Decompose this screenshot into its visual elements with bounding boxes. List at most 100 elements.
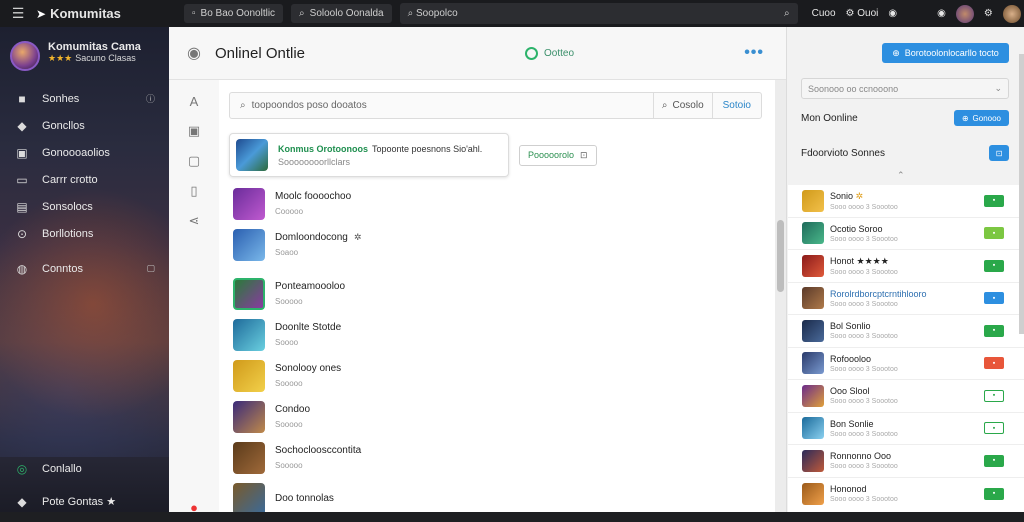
list-item[interactable]: Ponteamoooloo Sooooo: [233, 273, 775, 314]
search-input[interactable]: ⌕ toopoondos poso dooatos: [230, 100, 653, 111]
item-sub: Sooo oooo 3 Soootoo: [830, 235, 898, 243]
list-item[interactable]: Sonolooy ones Sooooo: [233, 355, 775, 396]
item-extra: ✲: [855, 190, 864, 201]
featured-desc: Topoonte poesnons Sio'ahl.: [372, 143, 483, 154]
text-icon[interactable]: A: [169, 86, 219, 116]
sidebar-item-1[interactable]: ◆ Goncllos: [0, 112, 169, 139]
sidebar-item-label: Conlallo: [42, 462, 82, 475]
sidebar-item-3[interactable]: ▭ Carrr crotto: [0, 166, 169, 193]
game-list: Moolc foooochoo Cooooo Domloondocong ✲ Soao…: [233, 183, 775, 512]
sidebar-item-2[interactable]: ▣ Gonoooaolios: [0, 139, 169, 166]
list-item[interactable]: Sonio ✲ Sooo oooo 3 Soootoo ▪: [788, 185, 1024, 218]
featured-name: Konmus Orotoonoos: [278, 143, 368, 154]
list-item[interactable]: Moolc foooochoo Cooooo: [233, 183, 775, 224]
menu-icon[interactable]: ☰: [0, 5, 36, 22]
more-icon[interactable]: •••: [744, 44, 764, 62]
item-name: Domloondocong: [275, 232, 348, 243]
item-name: Sochocloosccontita: [275, 445, 362, 456]
sidebar-item-0[interactable]: ■ Sonhes ⓘ: [0, 85, 169, 112]
favorites-toggle[interactable]: ⊡: [989, 145, 1009, 161]
scrollbar[interactable]: [775, 80, 786, 512]
list-item[interactable]: Ocotio Soroo Sooo oooo 3 Soootoo ▪: [788, 218, 1024, 250]
gear-icon[interactable]: ⚙: [984, 8, 993, 19]
online-button[interactable]: ⊕ Gonooo: [953, 110, 1009, 126]
item-sub: Sooo oooo 3 Soootoo: [830, 268, 898, 276]
avatar: [10, 41, 40, 71]
nav-pill-1-label: Bo Bao Oonoltlic: [200, 8, 276, 19]
item-name: Rorolrdborcptcrntihlooro: [830, 288, 927, 299]
list-item[interactable]: Hononod Sooo oooo 3 Soootoo ▪: [788, 478, 1024, 511]
info-icon: ⓘ: [145, 94, 155, 104]
game-thumbnail: [802, 352, 824, 375]
record-icon[interactable]: ●: [169, 492, 219, 522]
list-item[interactable]: Bol Sonlio Sooo oooo 3 Soootoo ▪: [788, 315, 1024, 348]
notification-icon[interactable]: ◉: [888, 8, 897, 19]
nav-pill-1[interactable]: ▫ Bo Bao Oonoltlic: [184, 4, 284, 23]
action-button[interactable]: Sotoio: [711, 93, 761, 118]
tool-rail: A ▣ ▢ ▯ ⋖ ●: [169, 80, 219, 515]
game-thumbnail: [802, 417, 824, 440]
list-item[interactable]: Ronnonno Ooo Sooo oooo 3 Soootoo ▪: [788, 445, 1024, 478]
discord-icon[interactable]: ◉: [187, 43, 201, 63]
filter-button[interactable]: ⌕ Cosolo: [652, 93, 712, 118]
status-badge: ▪: [984, 357, 1004, 370]
topbar-link-1[interactable]: Cuoo: [812, 8, 836, 19]
sidebar-item-6[interactable]: ◍ Conntos ▢: [0, 255, 169, 282]
list-item[interactable]: Bon Sonlie Sooo oooo 3 Soootoo ▪: [788, 413, 1024, 445]
list-item[interactable]: Domloondocong ✲ Soaoo: [233, 224, 775, 265]
list-item[interactable]: Condoo Sooooo: [233, 396, 775, 437]
list-item[interactable]: Doonlte Stotde Soooo: [233, 314, 775, 355]
share-icon[interactable]: ⋖: [169, 206, 219, 236]
item-sub: Sooooo: [275, 461, 303, 470]
list-item[interactable]: Honot ★★★★ Sooo oooo 3 Soootoo ▪: [788, 250, 1024, 283]
status-indicator[interactable]: Ootteo: [525, 46, 574, 60]
avatar[interactable]: [955, 4, 974, 23]
filter-select[interactable]: Soonooo oo ccnooono ⌄: [801, 78, 1009, 99]
list-item[interactable]: Doo tonnolas: [233, 478, 775, 512]
scrollbar[interactable]: [1019, 54, 1024, 334]
section-label: Mon Oonline: [801, 112, 858, 124]
profile-card[interactable]: Komumitas Cama ★★★ Sacuno Clasas: [0, 27, 169, 79]
item-sub: Sooo oooo 3 Soootoo: [830, 463, 898, 471]
list-item[interactable]: Rofoooloo Sooo oooo 3 Soootoo ▪: [788, 348, 1024, 380]
featured-card[interactable]: Konmus Orotoonoos Topoonte poesnons Sio'a…: [229, 133, 509, 177]
game-thumbnail: [802, 319, 824, 342]
item-sub: Soooo: [275, 338, 299, 347]
item-name: Honot ★★★★: [830, 255, 889, 266]
chat-icon[interactable]: ▢: [169, 146, 219, 176]
book-icon[interactable]: ▯: [169, 176, 219, 206]
primary-action-button[interactable]: ⊕ Borotoolonlocarllo tocto: [882, 43, 1009, 63]
search-icon[interactable]: ⌕: [784, 8, 790, 19]
status-badge: ▪: [984, 454, 1004, 467]
user-avatar[interactable]: [1002, 4, 1021, 23]
settings-icon: ⊙: [16, 226, 28, 241]
diamond-icon: ◆: [17, 118, 27, 133]
sidebar-footer-item-1[interactable]: ◆ Pote Gontas ★: [0, 488, 169, 512]
global-search-input[interactable]: ⌕ Soopolco ⌕: [399, 3, 798, 24]
list-item[interactable]: Rorolrdborcptcrntihlooro Sooo oooo 3 Sooo…: [788, 283, 1024, 315]
image-icon[interactable]: ▣: [169, 116, 219, 146]
sidebar-item-5[interactable]: ⊙ Borllotions: [0, 220, 169, 247]
chevron-down-icon: ⌄: [994, 83, 1002, 93]
scrollbar-thumb[interactable]: [777, 220, 784, 292]
topbar-link-2[interactable]: ⚙ Ouoi: [846, 8, 879, 19]
chat-icon[interactable]: ◉: [937, 8, 946, 19]
list-item[interactable]: Sochocloosccontita Sooooo: [233, 437, 775, 478]
featured-button[interactable]: Pooooorolo ⊡: [519, 144, 597, 166]
content-area: ⌕ toopoondos poso dooatos ⌕ Cosolo Sotoio …: [219, 80, 775, 512]
game-thumbnail: [802, 287, 824, 310]
game-thumbnail: [802, 189, 824, 212]
game-thumbnail: [233, 441, 265, 474]
item-sub: Soaoo: [275, 248, 299, 257]
collapse-icon[interactable]: ⌃: [897, 170, 905, 181]
nav-pill-2[interactable]: ⌕ Soloolo Oonalda: [291, 4, 392, 23]
brand[interactable]: ➤ Komumitas: [36, 6, 176, 21]
item-sub: Sooo oooo 3 Soootoo: [830, 365, 898, 373]
sidebar-item-4[interactable]: ▤ Sonsolocs: [0, 193, 169, 220]
list-item[interactable]: Ooo Slool Sooo oooo 3 Soootoo ▪: [788, 380, 1024, 413]
sidebar-footer-item-0[interactable]: ◎ Conlallo: [0, 455, 169, 482]
sidebar-item-label: Gonoooaolios: [42, 146, 110, 159]
profile-name: Komumitas Cama: [48, 41, 141, 53]
status-badge: ▪: [984, 292, 1004, 305]
select-value: Soonooo oo ccnooono: [808, 83, 899, 94]
